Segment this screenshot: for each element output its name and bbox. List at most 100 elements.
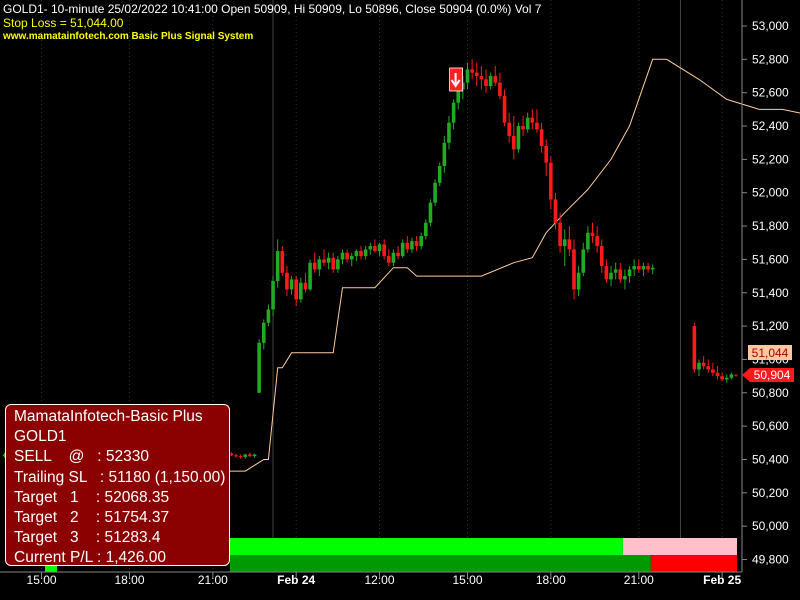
signal-bar-row2-segment	[650, 555, 737, 572]
candle-body	[502, 96, 507, 123]
candle-body	[590, 232, 595, 237]
y-tick-label: 49,800	[752, 553, 789, 567]
last-price-tag-text: 50,904	[754, 368, 791, 382]
info-row-system: MamataInfotech-Basic Plus	[14, 408, 203, 425]
candle-body	[336, 259, 340, 270]
candle-body	[428, 202, 433, 223]
y-tick-label: 50,800	[752, 386, 789, 400]
y-tick-label: 51,800	[752, 219, 789, 233]
candle-body	[692, 326, 697, 370]
candle-body	[257, 342, 261, 393]
candle-body	[479, 76, 484, 80]
x-tick-label: 12:00	[365, 573, 395, 587]
trailing-stop-line	[203, 58, 800, 472]
sell-arrow-icon	[449, 67, 464, 92]
candle-body	[248, 454, 252, 457]
x-tick-label: 15:00	[452, 573, 482, 587]
signal-bar-row1-segment	[230, 538, 623, 555]
candle-body	[266, 309, 271, 323]
candle-body	[609, 272, 613, 280]
candle-body	[539, 129, 544, 147]
candle-body	[359, 251, 363, 257]
candle-body	[234, 455, 238, 457]
candle-body	[618, 269, 623, 280]
last-price-tag: 50,904	[742, 368, 794, 382]
info-row-target-1: Target 1 : 52068.35	[14, 488, 170, 506]
candle-body	[373, 246, 377, 252]
candle-body	[623, 276, 627, 280]
candle-body	[558, 222, 562, 247]
candle-body	[632, 266, 636, 270]
x-tick-label: 18:00	[114, 573, 144, 587]
candle-body	[447, 122, 451, 143]
info-row-sell: SELL @ : 52330	[14, 448, 149, 466]
candle-body	[627, 269, 632, 277]
candle-body	[599, 246, 604, 267]
candle-body	[405, 242, 410, 250]
candle-body	[299, 282, 303, 300]
y-tick-label: 53,000	[752, 19, 789, 33]
x-tick-label: Feb 25	[703, 573, 741, 587]
candle-body	[604, 266, 609, 280]
y-tick-label: 52,200	[752, 152, 789, 166]
info-row-trailing-sl: Trailing SL : 51180 (1,150.00)	[14, 468, 226, 486]
candle-body	[363, 249, 368, 257]
candle-body	[437, 166, 442, 183]
y-tick-label: 52,600	[752, 86, 789, 100]
candle-body	[498, 82, 502, 97]
candle-body	[271, 281, 275, 310]
candle-body	[289, 279, 294, 290]
candle-body	[706, 366, 711, 370]
candle-body	[349, 256, 354, 260]
candle-body	[433, 182, 437, 203]
candle-body	[340, 252, 345, 260]
candle-body	[701, 362, 706, 367]
candle-body	[530, 117, 535, 123]
candle-body	[442, 142, 447, 167]
x-tick-label: 21:00	[198, 573, 228, 587]
candle-body	[419, 236, 423, 247]
candle-body	[474, 72, 479, 77]
candle-body	[525, 117, 530, 130]
candle-body	[484, 79, 488, 87]
x-tick-label: Feb 24	[277, 573, 315, 587]
candle-body	[317, 259, 322, 270]
candle-body	[465, 69, 470, 83]
candle-body	[711, 369, 715, 373]
y-tick-label: 50,400	[752, 452, 789, 466]
stop-price-tag: 51,044	[748, 345, 792, 360]
candles	[2, 59, 738, 462]
candle-body	[586, 232, 590, 250]
candle-body	[720, 376, 724, 380]
candle-body	[567, 239, 572, 250]
candle-body	[595, 236, 599, 247]
candle-body	[470, 69, 474, 73]
signal-bar-row1-segment	[622, 538, 737, 555]
y-tick-label: 51,400	[752, 286, 789, 300]
signal-info-box: MamataInfotech-Basic Plus GOLD1 SELL @ :…	[5, 404, 230, 566]
candle-body	[535, 122, 539, 130]
info-row-target-2: Target 2 : 51754.37	[14, 509, 170, 527]
candle-body	[382, 244, 386, 257]
candle-body	[562, 239, 567, 247]
candle-body	[410, 241, 414, 250]
candle-body	[516, 126, 521, 150]
candle-body	[368, 246, 373, 250]
info-row-symbol: GOLD1	[14, 428, 67, 446]
candle-body	[331, 257, 336, 270]
candle-body	[549, 162, 553, 200]
candle-body	[308, 262, 312, 290]
candle-body	[724, 377, 729, 380]
y-tick-label: 50,000	[752, 519, 789, 533]
candle-body	[729, 374, 734, 378]
candle-body	[493, 76, 498, 83]
candle-body	[294, 279, 298, 300]
candle-body	[322, 259, 326, 263]
x-tick-label: 18:00	[536, 573, 566, 587]
candle-body	[400, 242, 405, 257]
candle-body	[424, 222, 428, 237]
candle-body	[345, 252, 349, 260]
y-tick-label: 50,200	[752, 486, 789, 500]
y-tick-label: 51,600	[752, 252, 789, 266]
y-tick-label: 52,000	[752, 186, 789, 200]
